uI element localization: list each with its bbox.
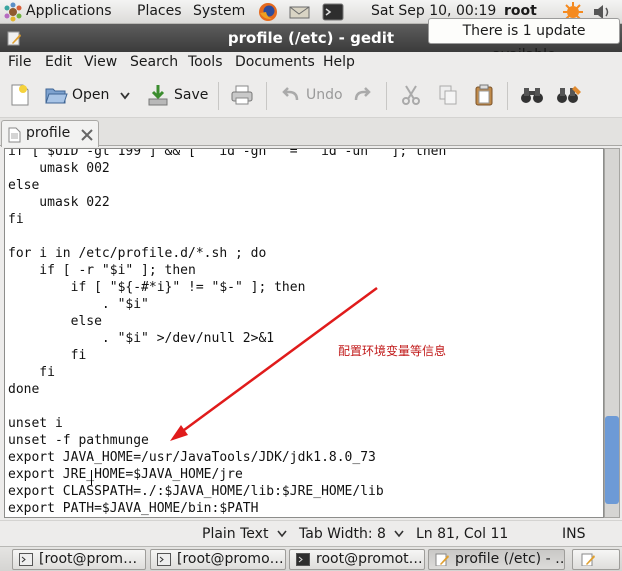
taskbar-terminal-2[interactable]: [root@promo… bbox=[150, 549, 286, 570]
tab-width-label: Tab Width: 8 bbox=[299, 526, 386, 542]
redo-icon[interactable] bbox=[352, 86, 372, 104]
tab-width-dropdown-icon bbox=[394, 530, 404, 538]
menu-documents[interactable]: Documents bbox=[235, 54, 315, 70]
mail-icon[interactable] bbox=[289, 3, 311, 21]
clock[interactable]: Sat Sep 10, 00:19 bbox=[371, 3, 496, 19]
code-line[interactable]: . "$i" bbox=[8, 296, 446, 313]
status-bar: Plain Text Tab Width: 8 Ln 81, Col 11 IN… bbox=[0, 520, 622, 546]
print-icon[interactable] bbox=[230, 84, 254, 106]
new-document-icon[interactable] bbox=[9, 83, 31, 107]
applications-menu[interactable]: Applications bbox=[26, 3, 112, 19]
terminal-icon bbox=[296, 553, 310, 566]
code-line[interactable] bbox=[8, 398, 446, 415]
firefox-icon[interactable] bbox=[258, 2, 278, 22]
tab-label: profile bbox=[26, 125, 71, 141]
code-line[interactable]: umask 022 bbox=[8, 194, 446, 211]
gedit-icon bbox=[435, 553, 449, 566]
text-file-icon bbox=[8, 127, 21, 143]
scrollbar-thumb[interactable] bbox=[605, 416, 619, 504]
code-line[interactable]: if [ "${-#*i}" != "$-" ]; then bbox=[8, 279, 446, 296]
paste-icon[interactable] bbox=[473, 83, 495, 107]
taskbar-label: profile (/etc) - … bbox=[455, 551, 565, 567]
terminal-icon bbox=[157, 553, 171, 566]
taskbar: [root@prom… [root@promo… root@promot… pr… bbox=[0, 546, 622, 571]
code-line[interactable] bbox=[8, 228, 446, 245]
menu-bar: File Edit View Search Tools Documents He… bbox=[0, 52, 622, 74]
cut-icon[interactable] bbox=[400, 84, 422, 106]
close-tab-icon[interactable] bbox=[80, 128, 94, 142]
toolbar-separator bbox=[218, 82, 219, 110]
menu-view[interactable]: View bbox=[84, 54, 117, 70]
code-line[interactable]: if [ -r "$i" ]; then bbox=[8, 262, 446, 279]
taskbar-label: [root@prom… bbox=[39, 551, 138, 567]
system-menu[interactable]: System bbox=[193, 3, 245, 19]
code-line[interactable]: for i in /etc/profile.d/*.sh ; do bbox=[8, 245, 446, 262]
taskbar-terminal-3[interactable]: root@promot… bbox=[289, 549, 425, 570]
terminal-launcher-icon[interactable] bbox=[322, 3, 344, 21]
toolbar: Open Save Undo bbox=[0, 74, 622, 118]
code-line[interactable]: done bbox=[8, 381, 446, 398]
update-tooltip: There is 1 update available bbox=[428, 18, 620, 63]
code-line[interactable]: else bbox=[8, 313, 446, 330]
code-line[interactable]: export PATH=$JAVA_HOME/bin:$PATH bbox=[8, 500, 446, 517]
code-line[interactable]: export JRE_HOME=$JAVA_HOME/jre bbox=[8, 466, 446, 483]
code-line[interactable]: unset -f pathmunge bbox=[8, 432, 446, 449]
language-dropdown-icon bbox=[277, 530, 287, 538]
undo-icon[interactable] bbox=[281, 86, 301, 104]
open-dropdown-chevron-icon[interactable] bbox=[119, 91, 131, 101]
toolbar-separator bbox=[386, 82, 387, 110]
menu-search[interactable]: Search bbox=[130, 54, 178, 70]
code-line[interactable]: umask 002 bbox=[8, 160, 446, 177]
insert-mode: INS bbox=[562, 526, 586, 542]
taskbar-extra-window[interactable] bbox=[572, 549, 620, 570]
code-line[interactable]: if [ $UID -gt 199 ] && [ "`id -gn`" = "`… bbox=[8, 149, 446, 160]
text-editor[interactable]: if [ $UID -gt 199 ] && [ "`id -gn`" = "`… bbox=[4, 148, 604, 518]
save-button[interactable]: Save bbox=[174, 87, 208, 103]
menu-edit[interactable]: Edit bbox=[45, 54, 72, 70]
open-folder-icon[interactable] bbox=[44, 84, 68, 106]
toolbar-separator bbox=[507, 82, 508, 110]
undo-button[interactable]: Undo bbox=[306, 87, 343, 103]
menu-tools[interactable]: Tools bbox=[188, 54, 223, 70]
cursor-position: Ln 81, Col 11 bbox=[416, 526, 509, 542]
text-cursor bbox=[91, 470, 92, 485]
save-icon[interactable] bbox=[146, 83, 170, 107]
code-line[interactable]: export CLASSPATH=./:$JAVA_HOME/lib:$JRE_… bbox=[8, 483, 446, 500]
places-menu[interactable]: Places bbox=[137, 3, 182, 19]
gnome-foot-icon[interactable] bbox=[3, 2, 23, 22]
taskbar-gedit[interactable]: profile (/etc) - … bbox=[428, 549, 565, 570]
taskbar-terminal-1[interactable]: [root@prom… bbox=[12, 549, 146, 570]
open-button[interactable]: Open bbox=[72, 87, 109, 103]
user-menu[interactable]: root bbox=[504, 3, 537, 19]
annotation-note: 配置环境变量等信息 bbox=[338, 344, 447, 358]
language-selector[interactable]: Plain Text bbox=[202, 526, 287, 542]
code-line[interactable]: export JAVA_HOME=/usr/JavaTools/JDK/jdk1… bbox=[8, 449, 446, 466]
copy-icon[interactable] bbox=[437, 84, 459, 106]
code-line[interactable]: fi bbox=[8, 364, 446, 381]
find-replace-icon[interactable] bbox=[556, 84, 582, 106]
gedit-icon bbox=[581, 553, 595, 566]
taskbar-label: root@promot… bbox=[316, 551, 423, 567]
terminal-icon bbox=[19, 553, 33, 566]
menu-file[interactable]: File bbox=[8, 54, 31, 70]
code-line[interactable]: fi bbox=[8, 211, 446, 228]
toolbar-separator bbox=[266, 82, 267, 110]
tab-width-selector[interactable]: Tab Width: 8 bbox=[299, 526, 404, 542]
find-binoculars-icon[interactable] bbox=[520, 85, 544, 105]
code-line[interactable]: else bbox=[8, 177, 446, 194]
code-line[interactable]: unset i bbox=[8, 415, 446, 432]
menu-help[interactable]: Help bbox=[323, 54, 355, 70]
tab-profile[interactable]: profile bbox=[1, 120, 99, 147]
taskbar-label: [root@promo… bbox=[177, 551, 284, 567]
language-label: Plain Text bbox=[202, 526, 269, 542]
editor-content[interactable]: if [ $UID -gt 199 ] && [ "`id -gn`" = "`… bbox=[8, 149, 446, 517]
